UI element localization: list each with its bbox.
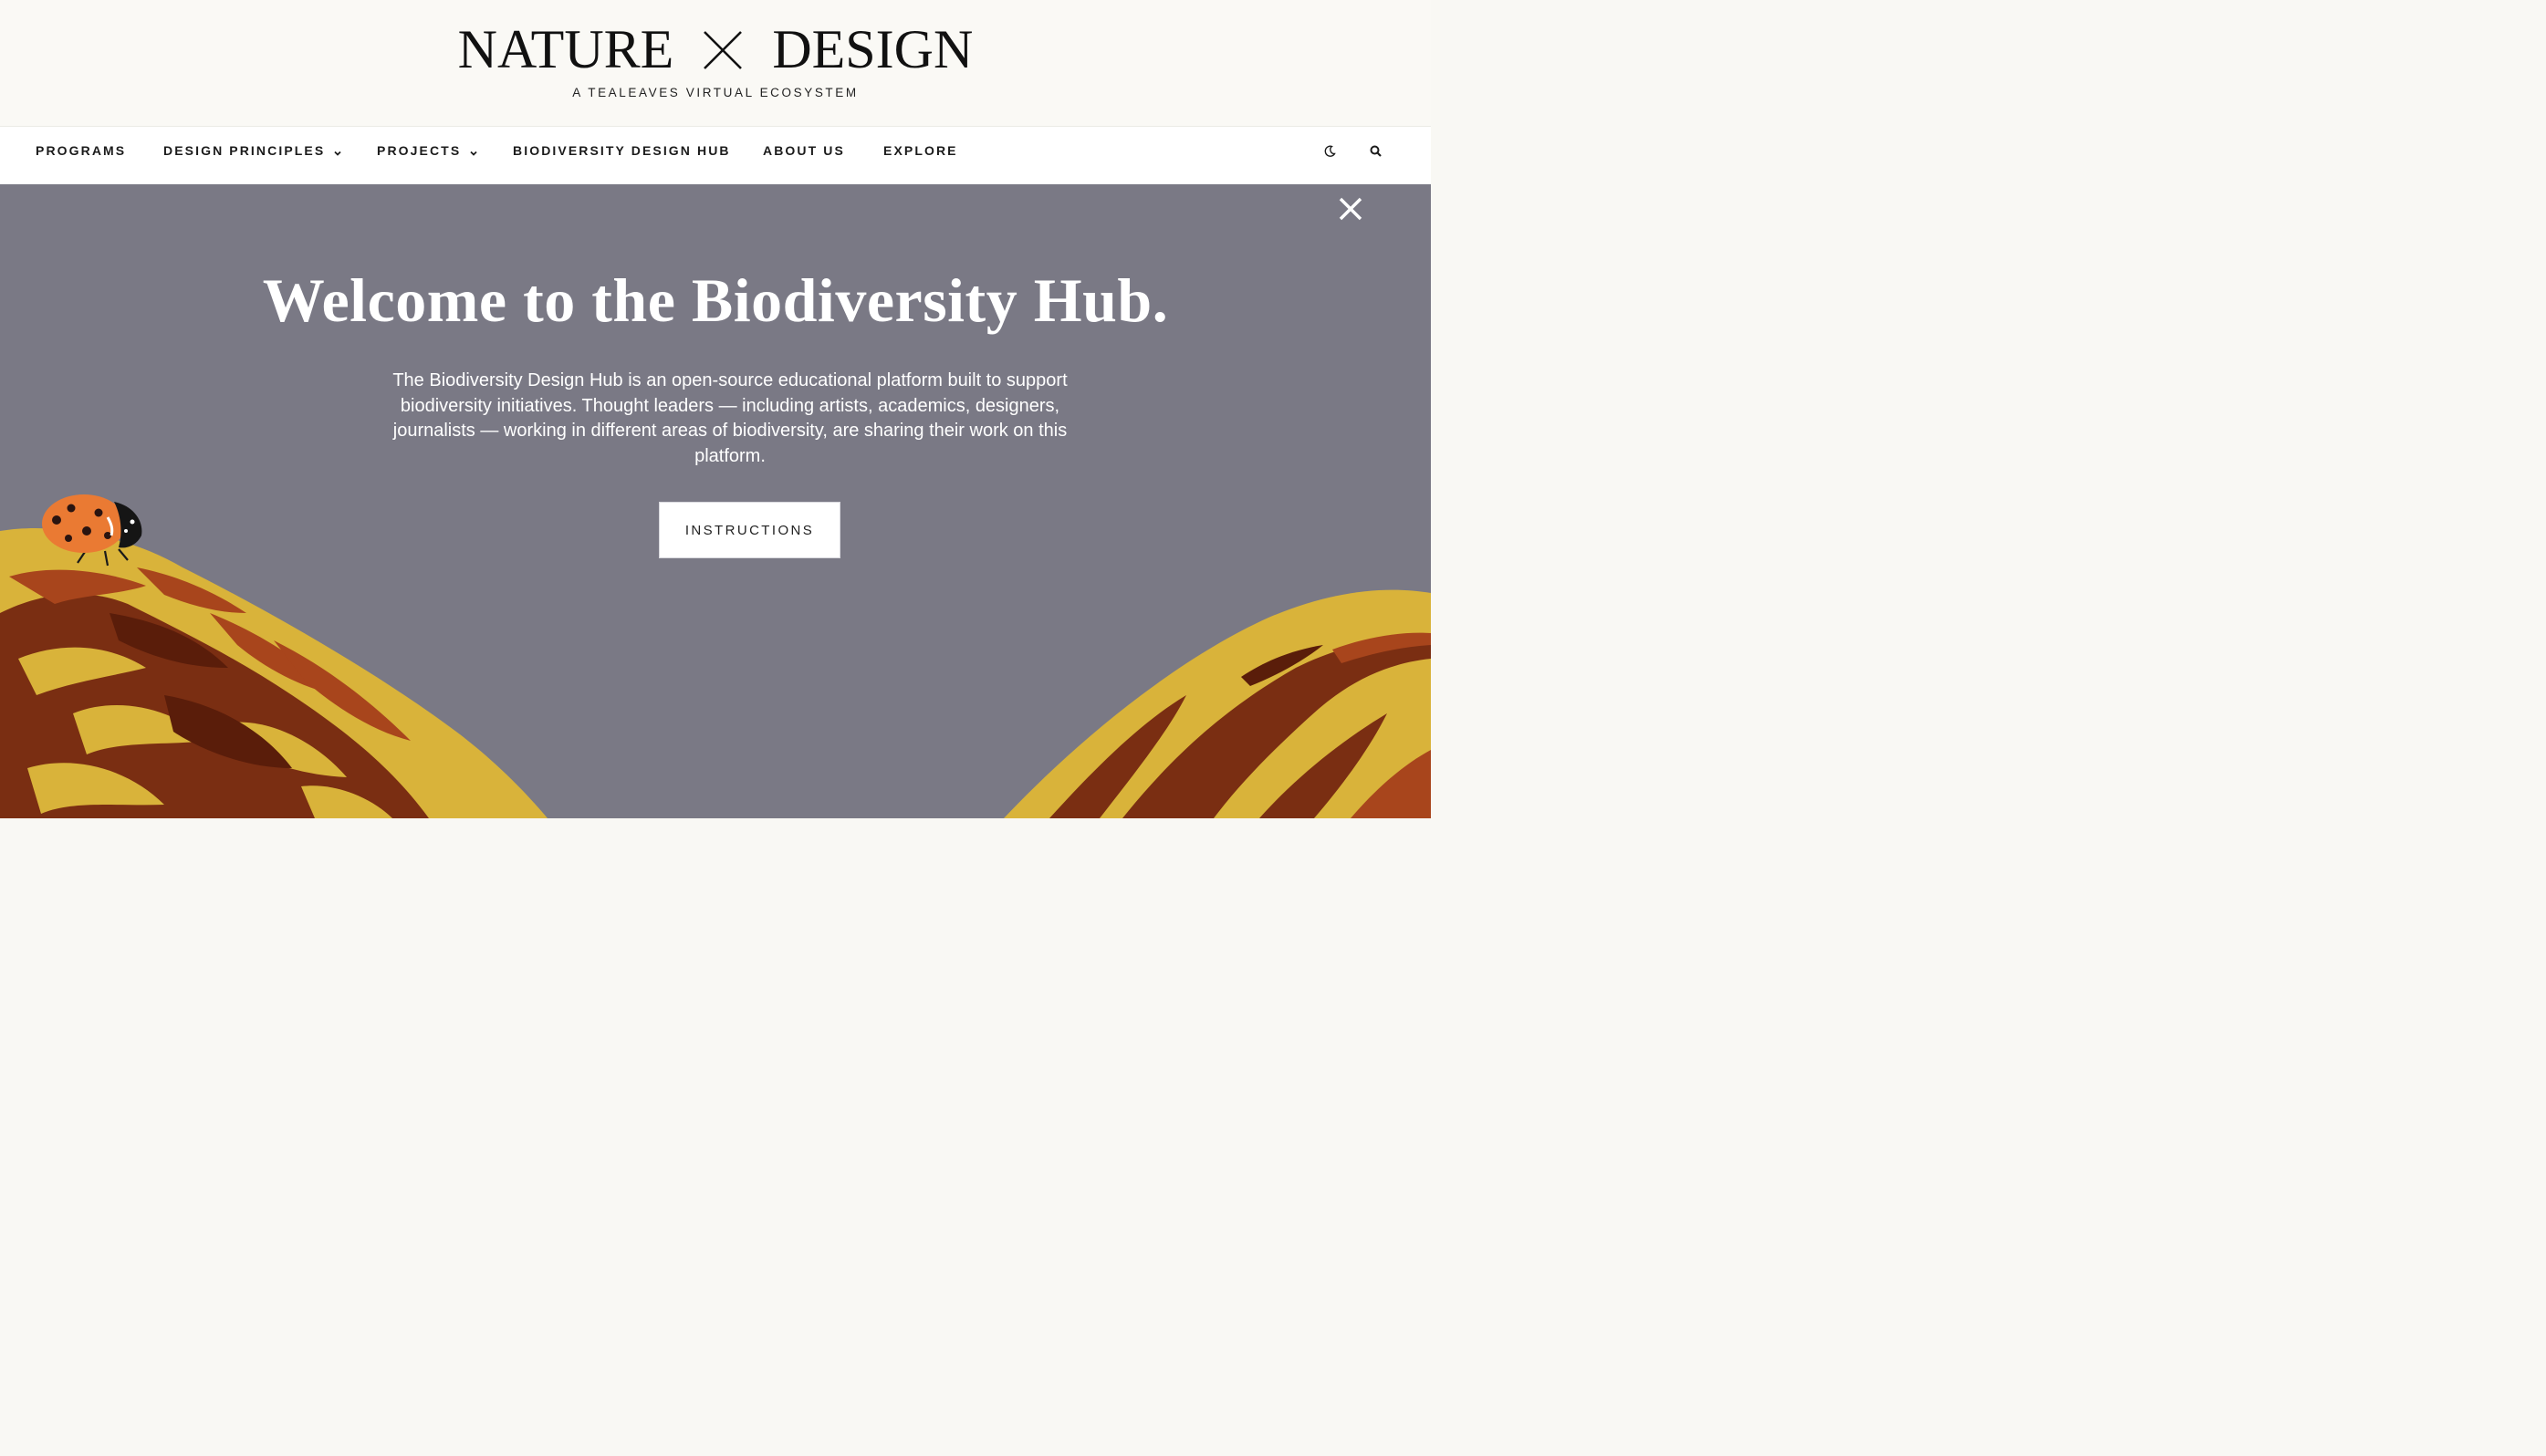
site-tagline: A TEALEAVES VIRTUAL ECOSYSTEM bbox=[572, 86, 859, 99]
nav-item-projects[interactable]: PROJECTS bbox=[377, 143, 478, 158]
nav-item-explore[interactable]: EXPLORE bbox=[883, 143, 958, 158]
nav-item-label: PROJECTS bbox=[377, 143, 462, 158]
nav-item-label: ABOUT US bbox=[763, 143, 845, 158]
nav-item-label: BIODIVERSITY DESIGN HUB bbox=[513, 143, 731, 158]
site-logo[interactable]: NATURE DESIGN bbox=[0, 18, 1431, 81]
close-icon[interactable] bbox=[1337, 195, 1364, 223]
moon-icon[interactable] bbox=[1322, 144, 1337, 159]
nav-item-about-us[interactable]: ABOUT US bbox=[763, 143, 845, 158]
logo-word-nature: NATURE bbox=[457, 19, 674, 79]
main-nav: PROGRAMS DESIGN PRINCIPLES PROJECTS BIOD… bbox=[0, 127, 1431, 184]
hero-section: Welcome to the Biodiversity Hub. The Bio… bbox=[0, 184, 1431, 818]
chevron-down-icon bbox=[469, 146, 478, 156]
nav-item-label: PROGRAMS bbox=[36, 143, 127, 158]
hero-description: The Biodiversity Design Hub is an open-s… bbox=[392, 370, 1068, 466]
search-icon[interactable] bbox=[1369, 144, 1383, 159]
hero-title: Welcome to the Biodiversity Hub. bbox=[262, 265, 1169, 335]
masthead: NATURE DESIGN A TEALEAVES VIRTUAL ECOSYST… bbox=[0, 0, 1431, 127]
nav-item-biodiversity-design-hub[interactable]: BIODIVERSITY DESIGN HUB bbox=[513, 143, 731, 158]
logo-word-design: DESIGN bbox=[772, 19, 974, 79]
nav-item-label: EXPLORE bbox=[883, 143, 958, 158]
instructions-button[interactable]: INSTRUCTIONS bbox=[659, 502, 840, 558]
nav-item-design-principles[interactable]: DESIGN PRINCIPLES bbox=[163, 143, 342, 158]
nav-item-programs[interactable]: PROGRAMS bbox=[36, 143, 126, 158]
nav-item-label: DESIGN PRINCIPLES bbox=[163, 143, 326, 158]
chevron-down-icon bbox=[333, 146, 342, 156]
logo-cross-mark bbox=[703, 18, 743, 81]
